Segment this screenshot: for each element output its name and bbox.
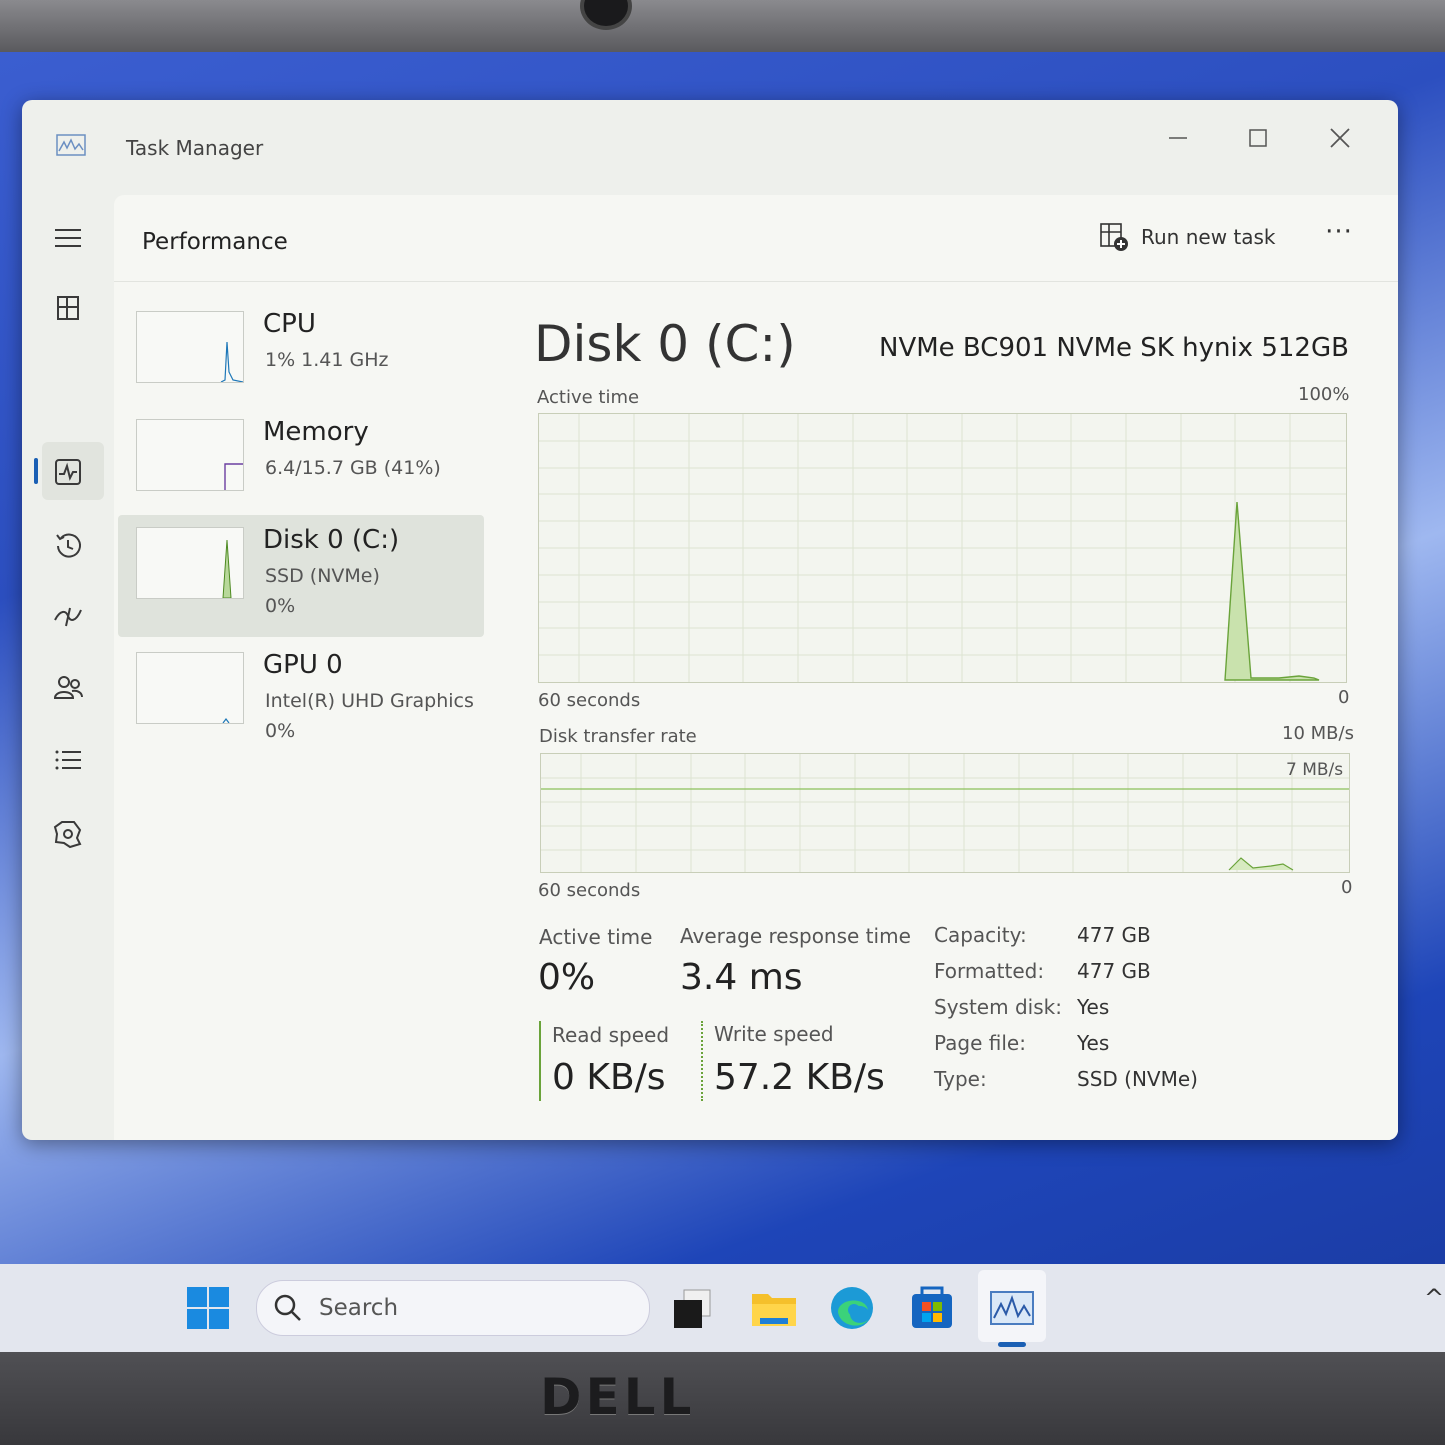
- hamburger-menu-icon[interactable]: [50, 220, 86, 256]
- active-time-max-label: 100%: [1298, 384, 1350, 405]
- system-disk-value: Yes: [1077, 995, 1110, 1019]
- window-title: Task Manager: [126, 136, 264, 160]
- page-title: Performance: [142, 229, 288, 255]
- resource-detail: SSD (NVMe): [265, 565, 380, 587]
- transfer-rate-min-label: 0: [1341, 877, 1353, 898]
- active-time-label: Active time: [539, 925, 653, 949]
- capacity-label: Capacity:: [934, 923, 1027, 947]
- avg-response-value: 3.4 ms: [680, 957, 803, 998]
- write-speed-label: Write speed: [714, 1022, 834, 1046]
- active-time-value: 0%: [538, 957, 596, 998]
- webcam: [580, 0, 632, 30]
- laptop-bezel-bottom: [0, 1352, 1445, 1445]
- read-speed-value: 0 KB/s: [552, 1057, 666, 1098]
- page-file-value: Yes: [1077, 1031, 1110, 1055]
- file-explorer-icon[interactable]: [750, 1284, 798, 1332]
- desktop: Task Manager Performance Run new task ··…: [0, 52, 1445, 1352]
- minimize-button[interactable]: [1158, 118, 1198, 158]
- resource-disk-0[interactable]: Disk 0 (C:) SSD (NVMe) 0%: [118, 515, 484, 637]
- resource-detail: 1% 1.41 GHz: [265, 349, 389, 371]
- formatted-label: Formatted:: [934, 959, 1045, 983]
- resource-name: Disk 0 (C:): [263, 525, 400, 555]
- type-label: Type:: [934, 1067, 987, 1091]
- resource-cpu[interactable]: CPU 1% 1.41 GHz: [118, 299, 484, 421]
- active-time-duration-label: 60 seconds: [538, 690, 641, 711]
- gpu-thumbnail-graph: [136, 652, 244, 724]
- disk-thumbnail-graph: [136, 527, 244, 599]
- run-new-task-button[interactable]: Run new task: [1099, 217, 1276, 257]
- active-time-min-label: 0: [1338, 687, 1350, 708]
- microsoft-store-icon[interactable]: [908, 1284, 956, 1332]
- app-history-icon[interactable]: [50, 528, 86, 564]
- maximize-button[interactable]: [1238, 118, 1278, 158]
- transfer-rate-graph: [540, 753, 1350, 873]
- running-app-indicator: [998, 1342, 1026, 1347]
- services-icon[interactable]: [50, 816, 86, 852]
- type-value: SSD (NVMe): [1077, 1067, 1198, 1091]
- write-speed-value: 57.2 KB/s: [714, 1057, 885, 1098]
- transfer-rate-max-label: 10 MB/s: [1282, 723, 1354, 744]
- content-header: Performance Run new task ···: [114, 195, 1398, 282]
- taskbar: Search ^: [0, 1264, 1445, 1352]
- resource-detail: 6.4/15.7 GB (41%): [265, 457, 441, 479]
- resource-usage: 0%: [265, 595, 296, 617]
- task-manager-window: Task Manager Performance Run new task ··…: [22, 100, 1398, 1140]
- navigation-rail: [22, 190, 110, 1140]
- avg-response-label: Average response time: [680, 924, 911, 948]
- close-button[interactable]: [1320, 118, 1360, 158]
- page-file-label: Page file:: [934, 1031, 1026, 1055]
- title-bar[interactable]: Task Manager: [22, 100, 1398, 190]
- read-speed-legend-line: [539, 1021, 541, 1101]
- memory-thumbnail-graph: [136, 419, 244, 491]
- write-speed-legend-line: [701, 1021, 703, 1101]
- windows-start-icon[interactable]: [186, 1286, 230, 1330]
- detail-title: Disk 0 (C:): [534, 315, 796, 373]
- taskbar-search-box[interactable]: Search: [256, 1280, 650, 1336]
- edge-browser-icon[interactable]: [828, 1284, 876, 1332]
- laptop-bezel-top: [0, 0, 1445, 52]
- maximize-icon: [1249, 129, 1267, 147]
- resource-name: Memory: [263, 417, 369, 447]
- resource-name: CPU: [263, 309, 316, 339]
- resource-gpu-0[interactable]: GPU 0 Intel(R) UHD Graphics 0%: [118, 640, 484, 762]
- resource-name: GPU 0: [263, 650, 343, 680]
- more-options-button[interactable]: ···: [1319, 217, 1359, 257]
- task-manager-icon: [56, 134, 86, 156]
- transfer-rate-mid-label: 7 MB/s: [1286, 760, 1344, 780]
- resource-detail: Intel(R) UHD Graphics: [265, 690, 474, 712]
- performance-icon[interactable]: [50, 454, 86, 490]
- run-task-icon: [1100, 223, 1128, 251]
- users-icon[interactable]: [50, 670, 86, 706]
- active-time-graph: [538, 413, 1347, 683]
- search-icon: [274, 1294, 301, 1321]
- details-icon[interactable]: [50, 742, 86, 778]
- resource-usage: 0%: [265, 720, 296, 742]
- startup-apps-icon[interactable]: [50, 598, 86, 634]
- minimize-icon: [1169, 137, 1187, 139]
- nav-selection-indicator: [34, 458, 38, 484]
- run-new-task-label: Run new task: [1141, 225, 1276, 249]
- processes-icon[interactable]: [50, 290, 86, 326]
- close-icon: [1330, 128, 1350, 148]
- system-disk-label: System disk:: [934, 995, 1062, 1019]
- task-manager-taskbar-icon[interactable]: [988, 1284, 1036, 1332]
- active-time-chart-label: Active time: [537, 387, 640, 408]
- search-placeholder: Search: [319, 1295, 399, 1321]
- capacity-value: 477 GB: [1077, 923, 1151, 947]
- chevron-up-icon[interactable]: ^: [1424, 1284, 1444, 1312]
- resource-memory[interactable]: Memory 6.4/15.7 GB (41%): [118, 407, 484, 529]
- disk-model: NVMe BC901 NVMe SK hynix 512GB: [879, 333, 1349, 363]
- transfer-rate-chart-label: Disk transfer rate: [539, 726, 697, 747]
- performance-content: Performance Run new task ··· CPU 1% 1.41…: [114, 195, 1398, 1140]
- read-speed-label: Read speed: [552, 1023, 670, 1047]
- task-view-icon[interactable]: [670, 1284, 718, 1332]
- dell-logo: DELL: [540, 1368, 696, 1426]
- transfer-rate-duration-label: 60 seconds: [538, 880, 641, 901]
- formatted-value: 477 GB: [1077, 959, 1151, 983]
- cpu-thumbnail-graph: [136, 311, 244, 383]
